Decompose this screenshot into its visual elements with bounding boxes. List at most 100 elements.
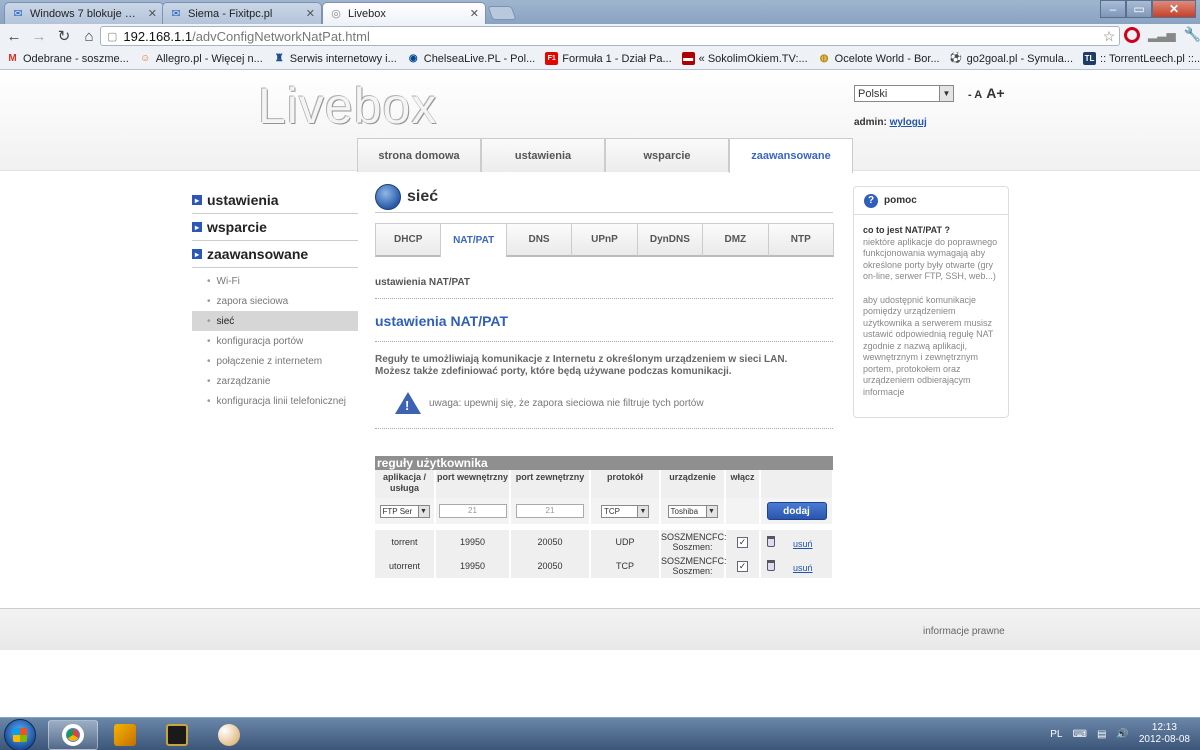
new-rule-form: FTP Ser ▼ 21 21 TCP ▼ Toshiba ▼ dodaj	[375, 498, 834, 524]
font-smaller-button[interactable]: - A	[968, 89, 982, 101]
home-icon[interactable]: ⌂	[78, 25, 100, 47]
subtab-natpat[interactable]: NAT/PAT	[440, 223, 507, 257]
help-panel: ? pomoc co to jest NAT/PAT ? niektóre ap…	[853, 186, 1009, 418]
tab-support[interactable]: wsparcie	[605, 138, 729, 172]
delete-link[interactable]: usuń	[793, 563, 813, 573]
clock[interactable]: 12:13 2012-08-08	[1139, 722, 1190, 746]
minimize-button[interactable]: –	[1100, 0, 1126, 18]
forward-arrow-icon[interactable]: →	[28, 25, 50, 47]
rule-external-port: 20050	[510, 530, 591, 554]
protocol-select[interactable]: TCP ▼	[601, 504, 649, 518]
help-body: co to jest NAT/PAT ? niektóre aplikacje …	[854, 215, 1008, 420]
device-select[interactable]: Toshiba ▼	[667, 504, 718, 518]
internal-port-input[interactable]: 21	[438, 504, 507, 518]
bookmark-label: :: TorrentLeech.pl ::...	[1100, 52, 1200, 65]
language-indicator[interactable]: PL	[1050, 729, 1062, 740]
bookmark-star-icon[interactable]: ☆	[1099, 27, 1119, 45]
main-nav: strona domowa ustawienia wsparcie zaawan…	[357, 138, 853, 173]
rule-protocol: TCP	[590, 554, 661, 578]
volume-icon[interactable]: 🔊	[1116, 729, 1128, 740]
bookmark-item[interactable]: ▬ « SokolimOkiem.TV:...	[681, 52, 808, 65]
page-footer: informacje prawne	[0, 608, 1200, 650]
keyboard-icon[interactable]: ⌨	[1073, 729, 1087, 740]
bookmark-label: Formuła 1 - Dział Pa...	[562, 52, 672, 65]
reload-icon[interactable]: ↻	[53, 25, 75, 47]
bookmark-item[interactable]: ⚽ go2goal.pl - Symula...	[950, 52, 1073, 65]
signal-bars-icon[interactable]: ▂▃▅	[1148, 28, 1176, 42]
sidebar-item-ports[interactable]: konfiguracja portów	[192, 331, 358, 351]
enable-checkbox[interactable]: ✓	[737, 536, 748, 548]
subtab-dns[interactable]: DNS	[505, 223, 573, 257]
delete-link[interactable]: usuń	[793, 539, 813, 549]
globe-icon: ◎	[331, 8, 341, 20]
bookmark-item[interactable]: TL:: TorrentLeech.pl ::...	[1083, 52, 1200, 65]
logout-link[interactable]: wyloguj	[890, 117, 927, 128]
browser-tab-1[interactable]: ✉ Windows 7 blokuje mi dost ✕	[4, 2, 164, 24]
taskbar-league[interactable]	[152, 720, 202, 750]
tab-advanced[interactable]: zaawansowane	[729, 138, 853, 173]
subtab-dyndns[interactable]: DynDNS	[636, 223, 704, 257]
bookmark-item[interactable]: ◍ Ocelote World - Bor...	[818, 52, 940, 65]
sidebar-section-advanced[interactable]: ▸ zaawansowane	[192, 241, 358, 268]
bookmark-item[interactable]: M Odebrane - soszme...	[6, 52, 128, 65]
admin-info: admin: wyloguj	[854, 117, 927, 128]
address-bar[interactable]: ▢ 192.168.1.1/advConfigNetworkNatPat.htm…	[100, 26, 1120, 46]
sidebar-item-network[interactable]: sieć	[192, 311, 358, 331]
new-tab-button[interactable]	[487, 6, 517, 20]
browser-tab-3[interactable]: ◎ Livebox ✕	[322, 2, 486, 24]
subtab-ntp[interactable]: NTP	[767, 223, 834, 257]
external-port-input[interactable]: 21	[516, 504, 584, 518]
back-arrow-icon[interactable]: ←	[3, 25, 25, 47]
rule-app: torrent	[375, 530, 436, 554]
system-tray: PL ⌨ ▤ 🔊 12:13 2012-08-08	[1050, 718, 1190, 750]
sidebar-section-settings[interactable]: ▸ ustawienia	[192, 187, 358, 214]
subtab-dmz[interactable]: DMZ	[702, 223, 769, 257]
maximize-button[interactable]: ▭	[1126, 0, 1152, 18]
windows-taskbar: PL ⌨ ▤ 🔊 12:13 2012-08-08	[0, 717, 1200, 750]
trash-icon[interactable]	[767, 559, 775, 571]
trash-icon[interactable]	[767, 535, 775, 547]
rule-device: SOSZMENCFC: Soszmen:	[660, 530, 727, 554]
taskbar-winamp[interactable]	[100, 720, 150, 750]
sidebar-item-management[interactable]: zarządzanie	[192, 371, 358, 391]
browser-tab-2[interactable]: ✉ Siema - Fixitpc.pl ✕	[162, 2, 322, 24]
breadcrumb: ustawienia NAT/PAT	[375, 277, 471, 288]
wrench-icon[interactable]: 🔧	[1184, 26, 1200, 43]
help-title: pomoc	[884, 195, 917, 206]
close-tab-icon[interactable]: ✕	[148, 7, 157, 20]
sidebar-section-support[interactable]: ▸ wsparcie	[192, 214, 358, 241]
font-larger-button[interactable]: A+	[986, 85, 1004, 101]
help-paragraph: aby udostępnić komunikacje pomiędzy urzą…	[863, 294, 994, 397]
close-window-button[interactable]: ✕	[1152, 0, 1196, 18]
bookmark-item[interactable]: ♜ Serwis internetowy i...	[273, 52, 397, 65]
close-tab-icon[interactable]: ✕	[470, 7, 479, 20]
league-icon	[166, 724, 188, 746]
subtab-dhcp[interactable]: DHCP	[375, 223, 442, 257]
bookmark-item[interactable]: F1 Formuła 1 - Dział Pa...	[545, 52, 672, 65]
tab-home[interactable]: strona domowa	[357, 138, 481, 172]
subtab-upnp[interactable]: UPnP	[571, 223, 638, 257]
bookmark-item[interactable]: ☺ Allegro.pl - Więcej n...	[139, 52, 263, 65]
language-value: Polski	[858, 87, 888, 100]
language-select[interactable]: Polski ▼	[854, 85, 954, 102]
tab-settings[interactable]: ustawienia	[481, 138, 605, 172]
sidebar-item-wifi[interactable]: Wi-Fi	[192, 271, 358, 291]
taskbar-paint[interactable]	[204, 720, 254, 750]
close-tab-icon[interactable]: ✕	[306, 7, 315, 20]
app-select[interactable]: FTP Ser ▼	[379, 504, 430, 518]
page-header: Livebox Polski ▼ - A A+ admin: wyloguj s…	[0, 71, 1200, 173]
add-rule-button[interactable]: dodaj	[766, 502, 827, 520]
sidebar-item-phone-line[interactable]: konfiguracja linii telefonicznej	[192, 391, 358, 411]
legal-link[interactable]: informacje prawne	[923, 626, 1005, 637]
bookmark-item[interactable]: ◉ ChelseaLive.PL - Pol...	[407, 52, 535, 65]
taskbar-chrome[interactable]	[48, 720, 98, 750]
sidebar-item-internet[interactable]: połączenie z internetem	[192, 351, 358, 371]
rule-external-port: 20050	[510, 554, 591, 578]
opera-icon[interactable]	[1124, 26, 1140, 43]
sidebar-item-firewall[interactable]: zapora sieciowa	[192, 291, 358, 311]
network-icon[interactable]: ▤	[1097, 729, 1106, 740]
warning-text: uwaga: upewnij się, że zapora sieciowa n…	[429, 397, 704, 409]
start-button[interactable]	[4, 719, 36, 750]
chevron-down-icon: ▼	[637, 505, 648, 517]
enable-checkbox[interactable]: ✓	[737, 560, 748, 572]
